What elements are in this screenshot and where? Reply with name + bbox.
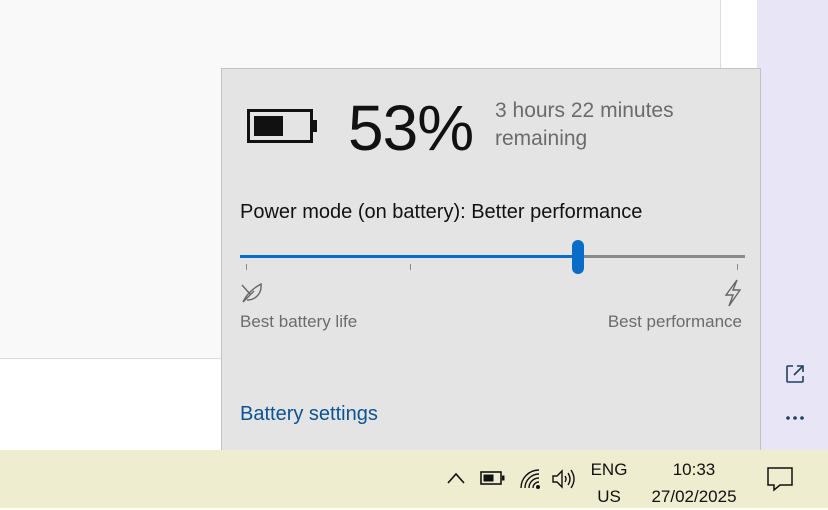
- taskbar-battery-icon[interactable]: [479, 466, 507, 490]
- time-remaining: 3 hours 22 minutes remaining: [495, 99, 674, 150]
- power-mode-slider[interactable]: [240, 237, 745, 277]
- battery-flyout: 53% 3 hours 22 minutes remaining Power m…: [221, 68, 761, 458]
- leaf-icon: [241, 282, 262, 303]
- clock-time: 10:33: [672, 460, 716, 479]
- language-indicator[interactable]: ENG US: [586, 456, 632, 510]
- power-mode-label: Power mode (on battery): Better performa…: [240, 201, 643, 223]
- taskbar: ENG US 10:33 27/02/2025: [0, 450, 828, 508]
- clock-date: 27/02/2025: [651, 487, 737, 506]
- more-icon[interactable]: [782, 405, 808, 431]
- notification-icon[interactable]: [765, 464, 795, 494]
- chevron-up-icon[interactable]: [444, 466, 468, 490]
- best-performance-label: Best performance: [607, 312, 742, 331]
- wifi-icon[interactable]: [517, 466, 543, 492]
- slider-track-empty: [578, 255, 745, 258]
- speaker-icon[interactable]: [551, 466, 577, 492]
- slider-thumb[interactable]: [572, 240, 584, 274]
- slider-tick: [410, 264, 411, 270]
- battery-icon: [247, 109, 317, 143]
- keyboard-layout: US: [597, 487, 621, 506]
- open-external-icon[interactable]: [782, 361, 808, 387]
- slider-tick: [737, 264, 738, 270]
- lightning-icon: [724, 279, 742, 307]
- clock[interactable]: 10:33 27/02/2025: [640, 456, 748, 510]
- battery-settings-link[interactable]: Battery settings: [240, 403, 378, 426]
- slider-track-filled: [240, 255, 578, 258]
- battery-percentage: 53%: [348, 92, 474, 164]
- best-battery-life-label: Best battery life: [240, 312, 358, 331]
- slider-tick: [246, 264, 247, 270]
- language-code: ENG: [590, 460, 628, 479]
